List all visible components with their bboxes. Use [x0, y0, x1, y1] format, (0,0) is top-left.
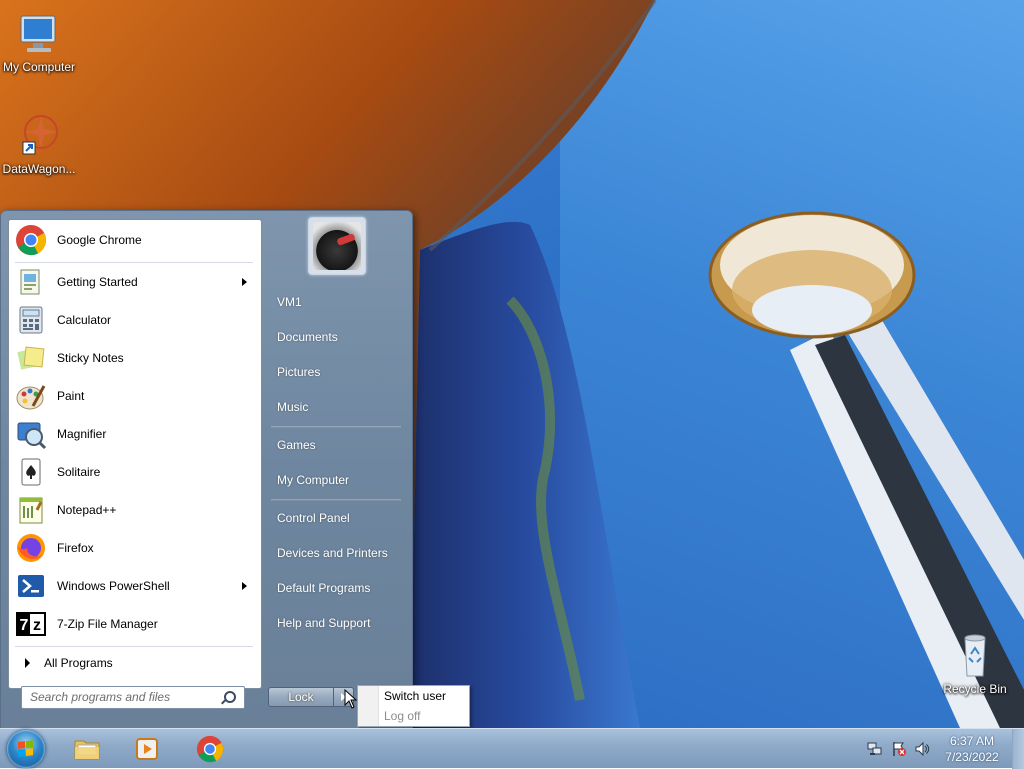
computer-icon — [15, 10, 63, 58]
submenu-arrow-icon[interactable] — [242, 582, 247, 590]
program-getting-started[interactable]: Getting Started — [11, 264, 259, 300]
divider — [15, 262, 253, 263]
divider — [15, 646, 253, 647]
sticky-notes-icon — [15, 342, 47, 374]
clock-time: 6:37 AM — [949, 734, 995, 748]
start-search-box[interactable] — [21, 686, 245, 709]
clock-date: 7/23/2022 — [945, 750, 999, 764]
program-windows-powershell[interactable]: Windows PowerShell — [11, 568, 259, 604]
program-label: Solitaire — [57, 465, 101, 479]
mouse-cursor-icon — [344, 689, 358, 709]
program-calculator[interactable]: Calculator — [11, 302, 259, 338]
calculator-icon — [15, 304, 47, 336]
user-account-picture[interactable] — [308, 217, 366, 275]
menu-gutter — [358, 686, 379, 726]
program-label: Firefox — [57, 541, 94, 555]
program-label: 7-Zip File Manager — [57, 617, 158, 631]
program-google-chrome[interactable]: Google Chrome — [11, 222, 259, 258]
desktop-icon-recycle-bin[interactable]: Recycle Bin — [936, 632, 1014, 696]
right-item-vm1[interactable]: VM1 — [267, 288, 403, 316]
start-button[interactable] — [7, 730, 45, 768]
taskbar-media-player-button[interactable] — [120, 731, 174, 767]
divider — [271, 499, 401, 501]
program-notepad-plus-plus[interactable]: Notepad++ — [11, 492, 259, 528]
notepad-plus-plus-icon — [15, 494, 47, 526]
power-options-menu: Switch user Log off — [357, 685, 470, 727]
lock-button[interactable]: Lock — [268, 687, 334, 707]
program-paint[interactable]: Paint — [11, 378, 259, 414]
desktop-icon-datawagon[interactable]: DataWagon... — [0, 112, 78, 176]
windows-logo-icon — [18, 740, 34, 758]
media-player-icon — [136, 738, 158, 760]
action-center-flag-icon[interactable] — [891, 741, 907, 757]
paint-icon — [15, 380, 47, 412]
show-desktop-button[interactable] — [1012, 729, 1024, 769]
network-icon[interactable] — [867, 741, 883, 757]
desktop-icon-my-computer[interactable]: My Computer — [0, 10, 78, 74]
right-item-default-programs[interactable]: Default Programs — [267, 574, 403, 602]
right-item-pictures[interactable]: Pictures — [267, 358, 403, 386]
turntable-avatar-icon — [313, 222, 361, 270]
program-label: Getting Started — [57, 275, 138, 289]
right-item-control-panel[interactable]: Control Panel — [267, 504, 403, 532]
chrome-icon — [15, 224, 47, 256]
desktop-icon-label: Recycle Bin — [943, 682, 1007, 696]
7zip-icon: 7 z — [15, 608, 47, 640]
program-label: Paint — [57, 389, 85, 403]
program-label: Windows PowerShell — [57, 579, 170, 593]
triangle-right-icon — [25, 658, 30, 668]
magnifier-icon — [15, 418, 47, 450]
right-item-games[interactable]: Games — [267, 431, 403, 459]
taskbar: 6:37 AM 7/23/2022 — [0, 728, 1024, 769]
switch-user-item[interactable]: Switch user — [384, 689, 446, 703]
right-item-my-computer[interactable]: My Computer — [267, 466, 403, 494]
program-label: Google Chrome — [57, 233, 142, 247]
right-item-documents[interactable]: Documents — [267, 323, 403, 351]
program-sticky-notes[interactable]: Sticky Notes — [11, 340, 259, 376]
log-off-item[interactable]: Log off — [384, 709, 420, 723]
firefox-icon — [15, 532, 47, 564]
chrome-icon — [196, 735, 224, 763]
start-menu: Google Chrome Getting Started Calculator… — [0, 210, 413, 730]
taskbar-explorer-button[interactable] — [60, 731, 114, 767]
datawagon-shortcut-icon — [15, 112, 63, 160]
svg-text:7: 7 — [20, 617, 29, 634]
volume-icon[interactable] — [914, 741, 930, 757]
desktop-icon-label: My Computer — [2, 60, 76, 74]
program-magnifier[interactable]: Magnifier — [11, 416, 259, 452]
right-item-music[interactable]: Music — [267, 393, 403, 421]
program-label: Notepad++ — [57, 503, 117, 517]
all-programs-button[interactable]: All Programs — [11, 650, 259, 676]
svg-text:z: z — [33, 617, 41, 634]
all-programs-label: All Programs — [44, 656, 113, 670]
desktop-icon-label: DataWagon... — [2, 162, 76, 176]
powershell-icon — [15, 570, 47, 602]
getting-started-icon — [15, 266, 47, 298]
program-label: Magnifier — [57, 427, 107, 441]
recycle-bin-icon — [951, 632, 999, 680]
right-item-devices-and-printers[interactable]: Devices and Printers — [267, 539, 403, 567]
start-menu-programs-pane: Google Chrome Getting Started Calculator… — [8, 219, 262, 689]
program-label: Sticky Notes — [57, 351, 124, 365]
program-7zip-file-manager[interactable]: 7 z 7-Zip File Manager — [11, 606, 259, 642]
clock[interactable]: 6:37 AM 7/23/2022 — [936, 733, 1008, 765]
right-item-help-and-support[interactable]: Help and Support — [267, 609, 403, 637]
submenu-arrow-icon[interactable] — [242, 278, 247, 286]
search-icon[interactable] — [224, 691, 236, 703]
program-label: Calculator — [57, 313, 112, 327]
solitaire-icon — [15, 456, 47, 488]
divider — [271, 426, 401, 428]
taskbar-chrome-button[interactable] — [183, 731, 237, 767]
program-solitaire[interactable]: Solitaire — [11, 454, 259, 490]
search-input[interactable] — [22, 687, 220, 706]
explorer-icon — [74, 740, 100, 760]
program-firefox[interactable]: Firefox — [11, 530, 259, 566]
